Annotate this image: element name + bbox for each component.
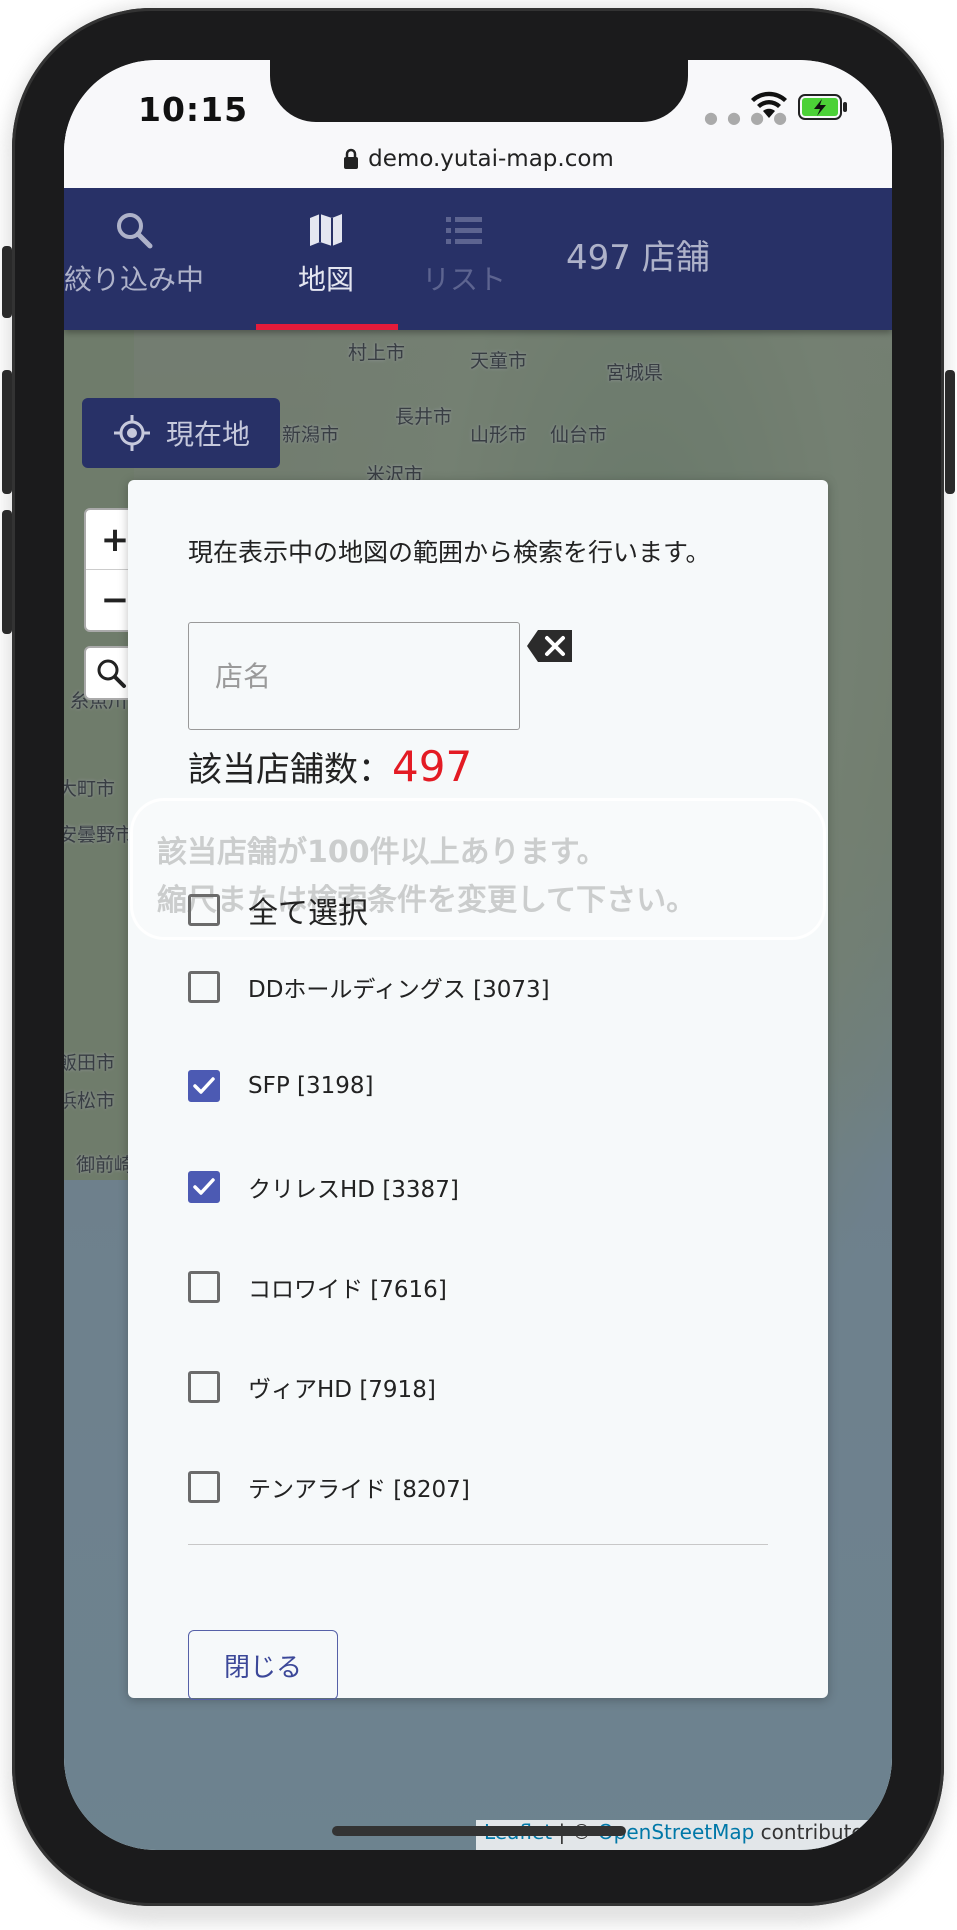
- check-icon: [193, 1077, 215, 1094]
- company-checkbox-row[interactable]: クリレスHD [3387]: [188, 1170, 459, 1204]
- search-icon: [97, 659, 126, 688]
- screen: 10:15 ● ● ● ● demo.yutai-map.com 絞り込み中 地…: [64, 60, 892, 1850]
- company-checkbox-row[interactable]: DDホールディングス [3073]: [188, 970, 550, 1004]
- tab-map[interactable]: 地図: [256, 188, 396, 330]
- lock-icon: [344, 148, 359, 169]
- close-button[interactable]: 閉じる: [188, 1630, 338, 1700]
- volume-down-button: [2, 510, 12, 634]
- company-label: クリレスHD [3387]: [248, 1177, 459, 1203]
- modal-divider: [188, 1544, 768, 1545]
- wifi-icon: [751, 91, 787, 118]
- store-count: 497 店舗: [566, 238, 710, 278]
- modal-description: 現在表示中の地図の範囲から検索を行います。: [188, 538, 711, 567]
- company-label: SFP [3198]: [248, 1073, 374, 1099]
- status-time: 10:15: [138, 90, 249, 129]
- company-checkbox-row[interactable]: SFP [3198]: [188, 1070, 374, 1102]
- warning-line-1: 該当店舗が100件以上あります。: [157, 835, 607, 870]
- notch: [270, 60, 688, 122]
- company-label: コロワイド [7616]: [248, 1277, 447, 1303]
- search-icon: [117, 213, 153, 249]
- tab-list[interactable]: リスト: [394, 188, 534, 330]
- company-checkbox[interactable]: [188, 1371, 220, 1403]
- url-bar[interactable]: demo.yutai-map.com: [64, 130, 892, 188]
- tab-filter-label: 絞り込み中: [64, 263, 205, 296]
- result-label: 該当店舗数：: [188, 750, 392, 790]
- crosshair-icon: [113, 415, 150, 451]
- url-text: demo.yutai-map.com: [368, 146, 614, 172]
- current-location-label: 現在地: [165, 418, 250, 451]
- home-indicator: [332, 1826, 626, 1836]
- check-icon: [193, 1178, 215, 1195]
- company-checkbox[interactable]: [188, 1471, 220, 1503]
- company-checkbox[interactable]: [188, 1271, 220, 1303]
- map-icon: [310, 214, 342, 246]
- current-location-button[interactable]: 現在地: [82, 398, 280, 468]
- attribution-text: contributors: [754, 1820, 883, 1844]
- list-icon: [446, 217, 482, 244]
- company-checkbox[interactable]: [188, 1070, 220, 1102]
- result-count: 497: [392, 742, 473, 791]
- tab-map-label: 地図: [297, 263, 354, 296]
- result-count-line: 該当店舗数：497: [188, 742, 472, 791]
- tab-filter[interactable]: 絞り込み中: [64, 188, 204, 330]
- company-checkbox[interactable]: [188, 971, 220, 1003]
- app-header: 絞り込み中 地図 リスト 497 店舗: [64, 188, 892, 330]
- company-checkbox-row[interactable]: テンアライド [8207]: [188, 1470, 470, 1504]
- company-label: テンアライド [8207]: [248, 1477, 470, 1503]
- power-button: [945, 370, 955, 494]
- select-all-row[interactable]: 全て選択: [188, 888, 368, 932]
- select-all-label: 全て選択: [248, 896, 368, 931]
- company-label: DDホールディングス [3073]: [248, 977, 550, 1003]
- company-checkbox-row[interactable]: ヴィアHD [7918]: [188, 1370, 436, 1404]
- select-all-checkbox[interactable]: [188, 894, 220, 926]
- active-tab-indicator: [256, 324, 398, 330]
- silent-switch: [2, 246, 12, 318]
- company-checkbox[interactable]: [188, 1171, 220, 1203]
- company-checkbox-row[interactable]: コロワイド [7616]: [188, 1270, 447, 1304]
- tab-list-label: リスト: [421, 263, 506, 296]
- company-label: ヴィアHD [7918]: [248, 1377, 436, 1403]
- battery-icon: [798, 94, 847, 120]
- volume-up-button: [2, 370, 12, 494]
- clear-input-icon[interactable]: [526, 628, 574, 664]
- store-name-input[interactable]: [188, 622, 520, 730]
- search-modal: 現在表示中の地図の範囲から検索を行います。 該当店舗数：497 該当店舗が100…: [128, 480, 828, 1700]
